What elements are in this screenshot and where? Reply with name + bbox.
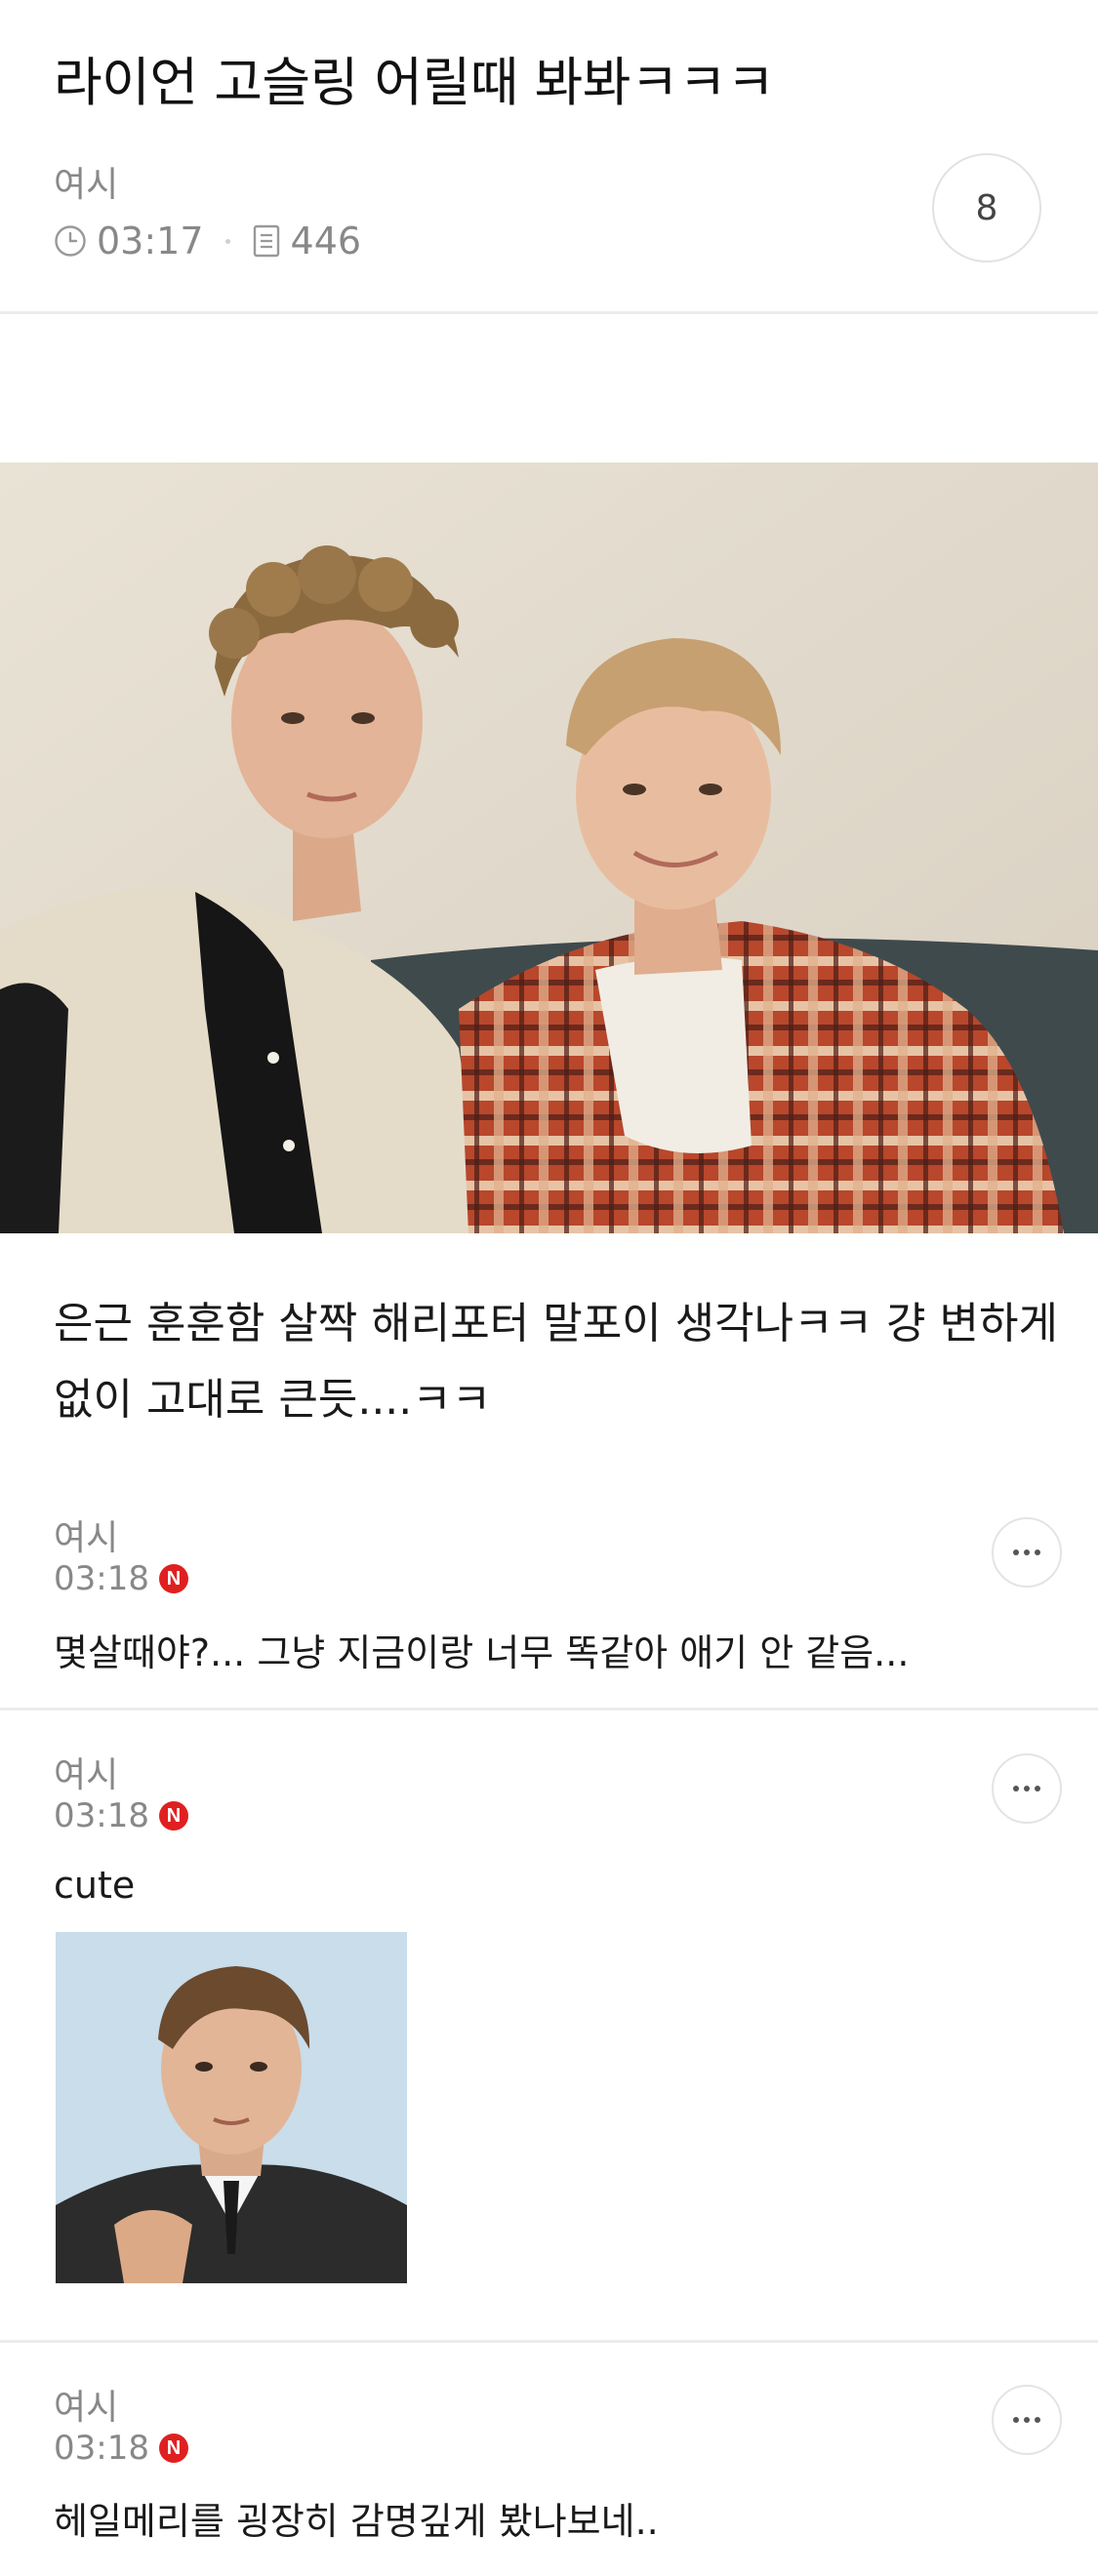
comment-time-text: 03:18: [54, 1559, 149, 1598]
comment-time: 03:18 N: [54, 2429, 188, 2468]
comment-count-button[interactable]: 8: [932, 153, 1041, 262]
comment-time-text: 03:18: [54, 2429, 149, 2468]
more-options-button[interactable]: [992, 1753, 1062, 1824]
more-options-button[interactable]: [992, 2385, 1062, 2455]
post-photo: [0, 463, 1098, 1233]
post-title: 라이언 고슬링 어릴때 봐봐ㅋㅋㅋ: [54, 52, 775, 113]
post-author[interactable]: 여시: [54, 156, 118, 207]
comment-text: cute: [54, 1864, 136, 1907]
comment-text: 헤일메리를 굉장히 감명깊게 봤나보네..: [54, 2500, 659, 2543]
post-meta: 03:17 446: [54, 217, 361, 265]
comment-author[interactable]: 여시: [54, 2379, 118, 2430]
comment-divider: [0, 2340, 1098, 2343]
comment-photo[interactable]: [56, 1932, 407, 2283]
comment-time: 03:18 N: [54, 1559, 188, 1598]
new-badge-icon: N: [158, 1801, 188, 1831]
document-icon: [252, 224, 281, 258]
post-page: 라이언 고슬링 어릴때 봐봐ㅋㅋㅋ 여시 03:17 446 8 은근 훈훈함 …: [0, 0, 1098, 2576]
post-body: 은근 훈훈함 살짝 해리포터 말포이 생각나ㅋㅋ 걍 변하게 없이 고대로 큰듯…: [54, 1299, 1058, 1425]
meta-separator: [224, 238, 230, 244]
post-views: 446: [290, 220, 362, 262]
post-header: 라이언 고슬링 어릴때 봐봐ㅋㅋㅋ 여시 03:17 446 8: [0, 0, 1098, 314]
clock-icon: [54, 224, 87, 258]
comment-time-text: 03:18: [54, 1796, 149, 1835]
comment-divider: [0, 1708, 1098, 1711]
new-badge-icon: N: [158, 1564, 188, 1593]
more-icon: [1013, 2417, 1040, 2423]
more-icon: [1013, 1550, 1040, 1555]
comment-author[interactable]: 여시: [54, 1509, 118, 1560]
comment-time: 03:18 N: [54, 1796, 188, 1835]
more-icon: [1013, 1786, 1040, 1791]
post-time: 03:17: [97, 220, 204, 262]
comment-text: 몇살때야?... 그냥 지금이랑 너무 똑같아 애기 안 같음...: [54, 1631, 910, 1674]
new-badge-icon: N: [158, 2434, 188, 2463]
comment-author[interactable]: 여시: [54, 1747, 118, 1797]
more-options-button[interactable]: [992, 1517, 1062, 1588]
